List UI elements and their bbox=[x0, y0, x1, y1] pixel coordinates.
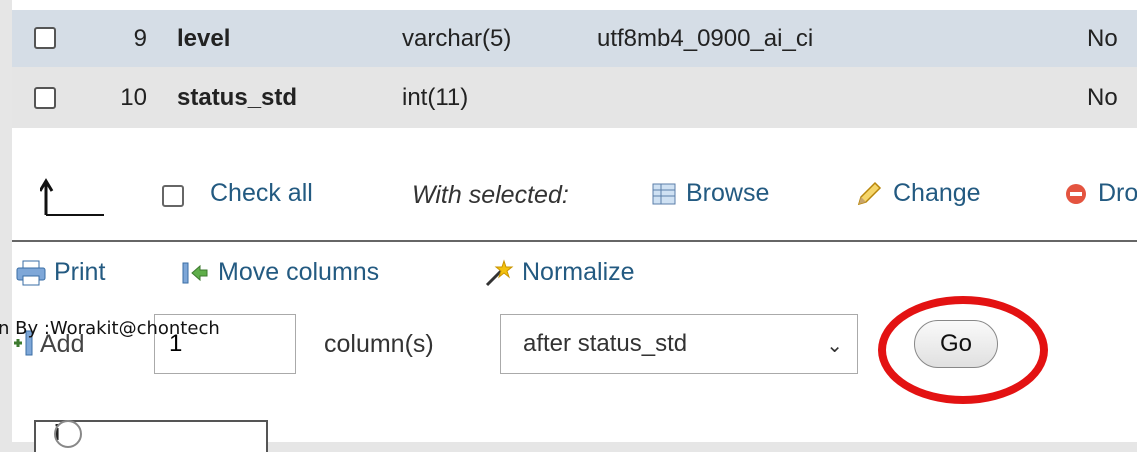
table-icon bbox=[652, 183, 676, 204]
column-number: 9 bbox=[133, 24, 147, 52]
minus-circle-icon bbox=[1066, 183, 1086, 204]
column-collation: utf8mb4_0900_ai_ci bbox=[597, 24, 814, 52]
print-label: Print bbox=[54, 258, 106, 286]
column-type: int(11) bbox=[402, 83, 469, 111]
print-link[interactable]: Print bbox=[16, 258, 105, 287]
browse-label: Browse bbox=[686, 179, 770, 207]
table-row[interactable]: 9 level varchar(5) utf8mb4_0900_ai_ci No bbox=[12, 10, 1137, 67]
structure-page: 9 level varchar(5) utf8mb4_0900_ai_ci No… bbox=[12, 0, 1137, 452]
browse-action[interactable]: Browse bbox=[652, 179, 769, 208]
columns-suffix-label: column(s) bbox=[324, 330, 434, 358]
bulk-actions-bar: Check all With selected: Browse Change D… bbox=[12, 165, 1137, 225]
column-null: No bbox=[1087, 83, 1118, 111]
printer-icon bbox=[16, 260, 46, 285]
position-select-value: after status_std bbox=[523, 330, 688, 357]
drop-label: Dro bbox=[1098, 179, 1137, 207]
divider bbox=[12, 240, 1137, 242]
highlight-circle bbox=[878, 296, 1048, 404]
normalize-label: Normalize bbox=[522, 258, 635, 286]
row-checkbox[interactable] bbox=[34, 27, 56, 49]
column-name: status_std bbox=[177, 83, 298, 111]
change-label: Change bbox=[893, 179, 981, 207]
column-number: 10 bbox=[120, 83, 147, 111]
move-columns-icon bbox=[182, 262, 208, 283]
column-name: level bbox=[177, 24, 231, 52]
drop-action[interactable]: Dro bbox=[1064, 179, 1137, 208]
row-checkbox[interactable] bbox=[34, 87, 56, 109]
check-all-checkbox[interactable] bbox=[162, 185, 184, 207]
normalize-link[interactable]: Normalize bbox=[484, 258, 635, 287]
check-all-label[interactable]: Check all bbox=[210, 179, 313, 208]
chevron-down-icon: ⌄ bbox=[826, 335, 843, 357]
with-selected-label: With selected: bbox=[412, 181, 569, 209]
move-columns-label: Move columns bbox=[218, 258, 380, 286]
position-select[interactable]: after status_std ⌄ bbox=[500, 314, 858, 374]
column-type: varchar(5) bbox=[402, 24, 512, 52]
arrow-up-left-icon bbox=[40, 178, 104, 216]
table-row[interactable]: 10 status_std int(11) No bbox=[12, 67, 1137, 128]
magic-wand-icon bbox=[485, 258, 514, 286]
help-icon bbox=[54, 420, 82, 448]
partial-panel: i bbox=[34, 420, 268, 452]
watermark: n By :Worakit@chontech bbox=[0, 318, 220, 339]
change-action[interactable]: Change bbox=[855, 179, 981, 208]
move-columns-link[interactable]: Move columns bbox=[180, 258, 379, 287]
column-null: No bbox=[1087, 24, 1118, 52]
pencil-icon bbox=[857, 181, 882, 205]
